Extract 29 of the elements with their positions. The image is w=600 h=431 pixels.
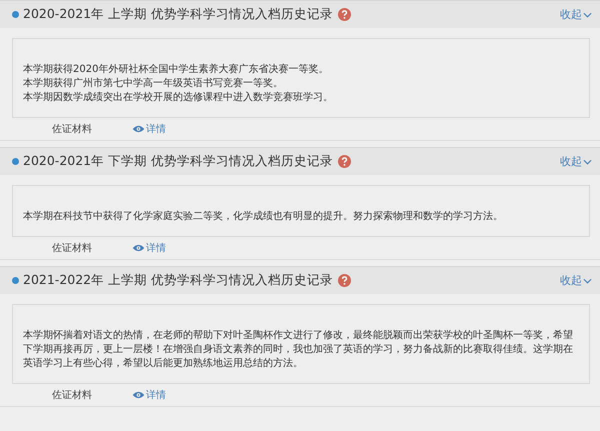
- evidence-label: 佐证材料: [52, 242, 93, 255]
- collapse-toggle[interactable]: 收起: [560, 7, 592, 22]
- collapse-toggle[interactable]: 收起: [560, 273, 592, 288]
- help-icon: [338, 274, 352, 287]
- section-title: 2020-2021年 下学期 优势学科学习情况入档历史记录: [23, 153, 334, 170]
- details-link[interactable]: 详情: [132, 388, 166, 402]
- collapse-toggle[interactable]: 收起: [560, 154, 592, 169]
- bullet-dot: [12, 158, 19, 165]
- bullet-dot: [12, 11, 19, 18]
- chevron-icon: [583, 12, 592, 18]
- section-title: 2020-2021年 上学期 优势学科学习情况入档历史记录: [23, 6, 334, 23]
- chevron-icon: [583, 278, 592, 284]
- eye-icon: [132, 244, 145, 252]
- record-text: 本学期怀揣着对语文的热情，在老师的帮助下对叶圣陶杯作文进行了修改，最终能脱颖而出荣获学校的叶圣陶杯一等奖，希望下学期再接再厉，更上一层楼！在增强自身语文素养的同时，我也加强了英语的学习，努力备战新的比赛取得佳绩。这学期在英语学习上有些心得，希望以后能更加熟练地运用总结的方法。: [23, 329, 574, 371]
- help-icon: [338, 155, 352, 168]
- bullet-dot: [12, 277, 19, 284]
- details-link[interactable]: 详情: [132, 122, 166, 136]
- record-text: 本学期获得广州市第七中学高一年级英语书写竞赛一等奖。: [23, 77, 284, 91]
- eye-icon: [132, 125, 145, 133]
- section-title: 2021-2022年 上学期 优势学科学习情况入档历史记录: [23, 272, 334, 289]
- evidence-label: 佐证材料: [52, 388, 93, 402]
- eye-icon: [132, 391, 145, 399]
- record-text: 本学期在科技节中获得了化学家庭实验二等奖，化学成绩也有明显的提升。努力探索物理和数学的学习方法。: [23, 210, 504, 224]
- record-text: 本学期因数学成绩突出在学校开展的选修课程中进入数学竞赛班学习。: [23, 91, 334, 105]
- chevron-icon: [583, 158, 592, 164]
- record-text: 本学期获得2020年外研社杯全国中学生素养大赛广东省决赛一等奖。: [23, 63, 330, 77]
- evidence-label: 佐证材料: [52, 122, 93, 136]
- details-link[interactable]: 详情: [132, 241, 166, 255]
- help-icon: [338, 8, 352, 21]
